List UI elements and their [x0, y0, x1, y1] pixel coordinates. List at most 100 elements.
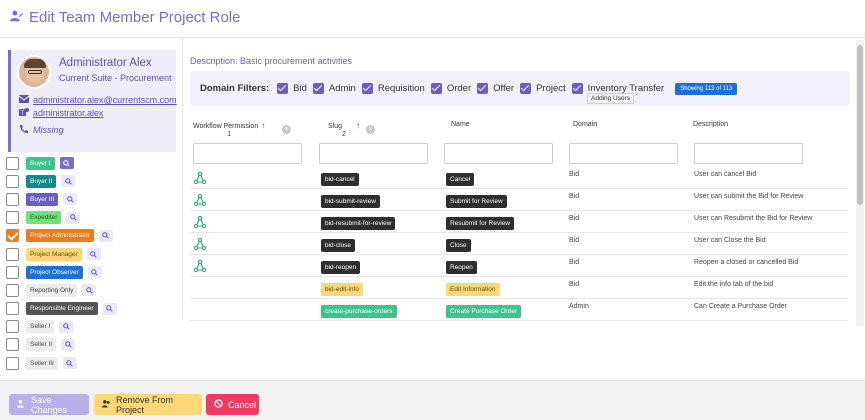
role-item[interactable]: Project Observer — [6, 263, 176, 281]
role-search-button[interactable] — [59, 157, 74, 170]
domain-filter-label: Offer — [493, 83, 515, 94]
table-row[interactable]: bid-close Close Bid User can Close the Bid — [190, 233, 848, 255]
domain-filter-checkbox[interactable] — [477, 83, 489, 94]
role-checkbox[interactable] — [6, 302, 19, 316]
role-checkbox[interactable] — [6, 247, 19, 261]
slug-filter-input[interactable] — [319, 143, 428, 164]
role-badge: Seller II — [26, 338, 57, 352]
role-search-button[interactable] — [87, 266, 102, 279]
role-item[interactable]: Responsible Engineer — [6, 300, 176, 318]
domain-filter-item[interactable]: Admin — [312, 83, 356, 94]
role-badge: Buyer III — [26, 192, 59, 206]
role-search-button[interactable] — [86, 248, 101, 261]
column-header-workflow[interactable]: Workflow Permission ↑ 1 — [193, 121, 265, 138]
envelope-icon — [18, 94, 30, 106]
role-item[interactable]: Reporting Only — [6, 281, 176, 299]
slug-badge: create-purchase-orders — [321, 305, 397, 318]
cancel-button[interactable]: Cancel — [206, 394, 259, 415]
column-header-description[interactable]: Description — [693, 121, 728, 128]
name-badge: Create Purchase Order — [446, 305, 522, 318]
domain-filter-item[interactable]: Order — [430, 83, 471, 94]
profile-email-link[interactable]: administrator.alex@currentscm.com — [33, 95, 177, 105]
domain-filter-input[interactable] — [569, 143, 678, 164]
remove-from-project-button[interactable]: Remove From Project — [94, 394, 202, 415]
sort-up-icon: ↑ — [261, 121, 266, 130]
role-item[interactable]: Project Manager — [6, 245, 176, 263]
role-search-button[interactable] — [62, 357, 77, 370]
footer: Save Changes Remove From Project Cancel — [0, 380, 865, 420]
role-search-button[interactable] — [66, 211, 81, 224]
role-checkbox[interactable] — [6, 229, 19, 243]
role-checkbox[interactable] — [6, 356, 19, 370]
column-header-slug[interactable]: Slug ↑ 2 — [328, 121, 360, 138]
role-checkbox[interactable] — [6, 192, 19, 206]
role-search-button[interactable] — [63, 193, 78, 206]
table-row[interactable]: create-purchase-orders Create Purchase Or… — [190, 299, 848, 321]
clear-sort-icon[interactable]: × — [366, 125, 375, 134]
role-checkbox[interactable] — [6, 265, 19, 279]
role-item[interactable]: Project Administrator — [6, 227, 176, 245]
role-search-button[interactable] — [59, 320, 74, 333]
table-row[interactable]: bid-resubmit-for-review Resubmit for Revi… — [190, 211, 848, 233]
domain-filter-checkbox[interactable] — [571, 83, 583, 94]
role-badge: Project Manager — [26, 247, 82, 261]
table-row[interactable]: bid-reopen Reopen Bid Reopen a closed or ca… — [190, 255, 848, 277]
column-header-name[interactable]: Name — [451, 121, 470, 128]
role-item[interactable]: Expediter — [6, 209, 176, 227]
search-icon — [63, 159, 70, 167]
domain-filter-item[interactable]: Bid — [277, 83, 307, 94]
role-checkbox[interactable] — [6, 174, 19, 188]
domain-filter-checkbox[interactable] — [520, 83, 532, 94]
table-row[interactable]: bid-cancel Cancel Bid User can cancel Bid — [190, 167, 848, 189]
role-checkbox[interactable] — [6, 156, 19, 170]
name-badge: Resubmit for Review — [446, 217, 514, 230]
domain-filter-checkbox[interactable] — [277, 83, 289, 94]
domain-filters: Domain Filters: Bid Admin Requisition Order… — [190, 71, 850, 106]
role-search-button[interactable] — [98, 229, 113, 242]
role-checkbox[interactable] — [6, 283, 19, 297]
name-badge: Cancel — [446, 173, 475, 186]
role-checkbox[interactable] — [6, 338, 19, 352]
profile-suite: Current Suite - Procurement — [59, 73, 172, 83]
role-item[interactable]: Seller III — [6, 354, 176, 372]
domain-filter-checkbox[interactable] — [430, 83, 442, 94]
clear-sort-icon[interactable]: × — [282, 125, 291, 134]
role-list: Buyer I Buyer II Buyer III Expediter Project… — [6, 154, 176, 372]
save-changes-button[interactable]: Save Changes — [9, 394, 89, 415]
scrollbar[interactable] — [856, 40, 864, 326]
scrollbar-thumb[interactable] — [857, 45, 863, 205]
domain-filter-item[interactable]: Requisition — [361, 83, 425, 94]
role-search-button[interactable] — [82, 284, 97, 297]
role-checkbox[interactable] — [6, 211, 19, 225]
domain-filter-checkbox[interactable] — [361, 83, 373, 94]
role-item[interactable]: Buyer II — [6, 172, 176, 190]
role-search-button[interactable] — [61, 338, 76, 351]
role-checkbox[interactable] — [6, 320, 19, 334]
domain-filter-item[interactable]: Offer — [477, 83, 514, 94]
profile-teams-link[interactable]: administrator.alex — [33, 108, 104, 118]
slug-badge: bid-resubmit-for-review — [321, 217, 396, 230]
table-row[interactable]: bid-edit-info Edit Information Bid Edit the… — [190, 277, 848, 299]
column-header-domain[interactable]: Domain — [573, 121, 597, 128]
table-row[interactable]: bid-submit-review Submit for Review Bid Use… — [190, 189, 848, 211]
slug-badge: bid-reopen — [321, 261, 361, 274]
domain-filter-label: Project — [536, 83, 566, 94]
domain-filter-checkbox[interactable] — [312, 83, 324, 94]
description-cell: User can Resubmit the Bid for Review — [694, 215, 813, 222]
role-search-button[interactable] — [102, 302, 117, 315]
search-icon — [91, 268, 98, 276]
sort-up-icon: ↑ — [356, 121, 361, 130]
role-item[interactable]: Buyer III — [6, 190, 176, 208]
role-item[interactable]: Buyer I — [6, 154, 176, 172]
column-header-slug-label: Slug — [328, 123, 343, 130]
role-badge: Project Observer — [26, 265, 83, 279]
workflow-filter-input[interactable] — [193, 143, 302, 164]
domain-filter-item[interactable]: Project — [520, 83, 566, 94]
role-item[interactable]: Seller II — [6, 336, 176, 354]
name-filter-input[interactable] — [444, 143, 553, 164]
teams-icon: T — [19, 107, 29, 119]
domain-filter-label: Admin — [328, 83, 356, 94]
role-search-button[interactable] — [61, 175, 76, 188]
description-filter-input[interactable] — [694, 143, 803, 164]
role-item[interactable]: Seller I — [6, 318, 176, 336]
